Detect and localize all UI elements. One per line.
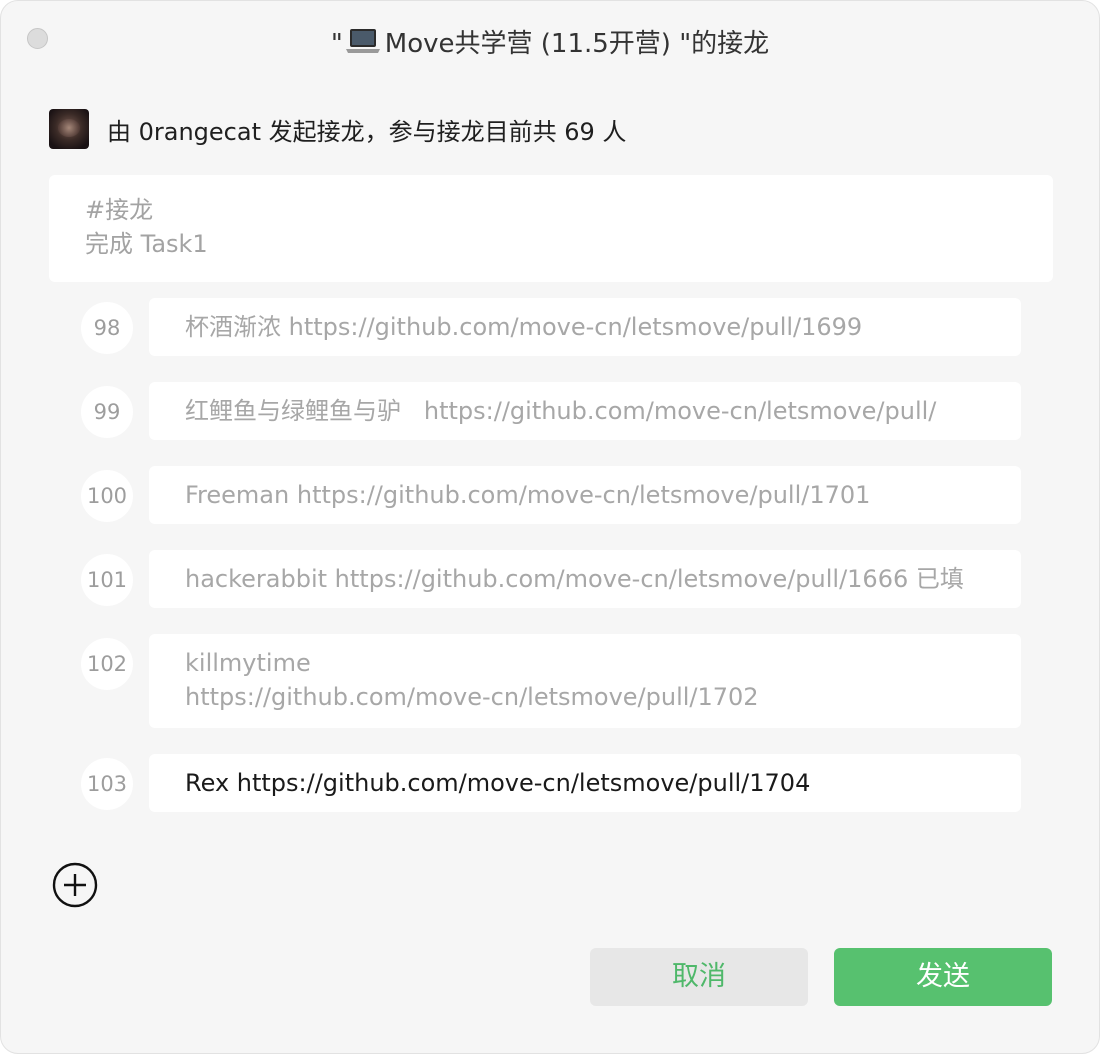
entry-field: 杯酒渐浓 https://github.com/move-cn/letsmove… <box>149 298 1021 356</box>
entry-number: 103 <box>81 758 133 810</box>
solitaire-header-card: #接龙 完成 Task1 <box>49 175 1053 282</box>
add-entry-button[interactable] <box>52 862 98 908</box>
send-button[interactable]: 发送 <box>834 948 1052 1006</box>
cancel-button[interactable]: 取消 <box>590 948 808 1006</box>
entry-field: 红鲤鱼与绿鲤鱼与驴 https://github.com/move-cn/let… <box>149 382 1021 440</box>
header-tag: #接龙 <box>85 196 154 224</box>
entry-field: killmytime https://github.com/move-cn/le… <box>149 634 1021 728</box>
plus-circle-icon <box>52 862 98 908</box>
title-text: Move共学营 (11.5开营) "的接龙 <box>384 29 770 59</box>
entry-number: 102 <box>81 638 133 690</box>
entry-input[interactable]: Rex https://github.com/move-cn/letsmove/… <box>149 754 1021 812</box>
title-prefix: " <box>330 29 343 59</box>
header-description: 完成 Task1 <box>85 230 208 258</box>
entry-field: Freeman https://github.com/move-cn/letsm… <box>149 466 1021 524</box>
initiator-row: 由 0rangecat 发起接龙，参与接龙目前共 69 人 <box>49 108 626 150</box>
dialog-title: " Move共学营 (11.5开营) "的接龙 <box>1 23 1099 62</box>
solitaire-dialog: " Move共学营 (11.5开营) "的接龙 由 0rangecat 发起接龙，… <box>0 0 1100 1054</box>
entry-number: 101 <box>81 554 133 606</box>
entry-number: 99 <box>81 386 133 438</box>
entry-number: 100 <box>81 470 133 522</box>
laptop-icon <box>345 27 381 62</box>
initiator-text: 由 0rangecat 发起接龙，参与接龙目前共 69 人 <box>107 117 627 146</box>
entry-field: hackerabbit https://github.com/move-cn/l… <box>149 550 1021 608</box>
avatar[interactable] <box>49 109 89 149</box>
entry-number: 98 <box>81 302 133 354</box>
